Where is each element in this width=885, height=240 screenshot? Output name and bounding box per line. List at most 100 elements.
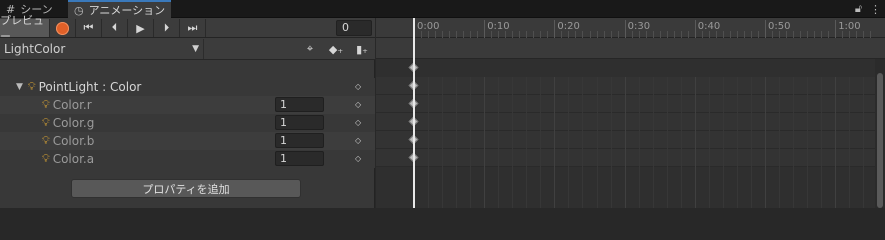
grid-line (540, 77, 542, 208)
clip-bar: LightColor ▼ ⌖ ◆₊ ▮₊ (0, 38, 375, 60)
skip-forward-icon: ⏭ (187, 21, 198, 34)
ruler-minor-tick (491, 31, 493, 38)
ruler-minor-tick (519, 31, 521, 38)
ruler-minor-tick (477, 31, 479, 38)
frame-input[interactable]: 0 (336, 20, 372, 36)
keyframe-diamond-icon[interactable]: ◇ (355, 100, 361, 109)
record-button[interactable] (50, 19, 76, 37)
lock-icon[interactable]: 🔓︎ (855, 2, 862, 16)
next-keyframe-button[interactable]: ⏵ (154, 19, 180, 37)
kebab-icon[interactable]: ⋮ (870, 3, 881, 16)
ruler-minor-tick (828, 31, 830, 38)
ruler-minor-tick (800, 31, 802, 38)
ruler-minor-tick (786, 31, 788, 38)
grid-line (638, 77, 640, 208)
prev-keyframe-button[interactable]: ⏴ (102, 19, 128, 37)
ruler-minor-tick (526, 31, 528, 38)
ruler-minor-tick (807, 31, 809, 38)
property-row[interactable]: 💡︎ Color.g 1 ◇ (0, 114, 375, 132)
event-track[interactable] (376, 38, 885, 59)
property-row[interactable]: 💡︎ Color.r 1 ◇ (0, 96, 375, 114)
ruler-minor-tick (442, 31, 444, 38)
ruler-minor-tick (610, 31, 612, 38)
property-label: Color.b (52, 134, 95, 148)
first-keyframe-button[interactable]: ⏮ (76, 19, 102, 37)
grid-line (750, 77, 752, 208)
ruler-minor-tick (470, 31, 472, 38)
add-keyframe-button[interactable]: ◆₊ (323, 39, 349, 59)
ruler-minor-tick (645, 31, 647, 38)
ruler-minor-tick (463, 31, 465, 38)
filter-by-selection-button[interactable]: ⌖ (297, 39, 323, 59)
keyframe-diamond-icon[interactable]: ◇ (355, 82, 361, 91)
ruler-minor-tick (512, 31, 514, 38)
property-value-input[interactable]: 1 (275, 115, 324, 130)
keyframe-diamond-icon[interactable]: ◇ (355, 154, 361, 163)
playback-toolbar: プレビュー ⏮ ⏴ ▶ ⏵ ⏭ 0 (0, 14, 375, 43)
ruler-minor-tick (603, 31, 605, 38)
ruler-minor-tick (779, 31, 781, 38)
tab-animation[interactable]: ◷ アニメーション (68, 0, 172, 18)
ruler-minor-tick (736, 31, 738, 38)
ruler-minor-tick (863, 31, 865, 38)
property-label: Color.a (52, 152, 95, 166)
property-row[interactable]: 💡︎ Color.a 1 ◇ (0, 150, 375, 168)
grid-line (456, 77, 458, 208)
ruler-minor-tick (589, 31, 591, 38)
ruler-minor-tick (449, 31, 451, 38)
property-row[interactable]: 💡︎ Color.b 1 ◇ (0, 132, 375, 150)
play-icon: ▶ (136, 21, 145, 35)
summary-track[interactable] (376, 59, 885, 77)
ruler-minor-tick (793, 31, 795, 38)
property-value-input[interactable]: 1 (275, 97, 324, 112)
ruler-minor-tick (652, 31, 654, 38)
ruler-minor-tick (575, 31, 577, 38)
clip-dropdown-value: LightColor (4, 42, 66, 56)
keyframe-diamond-icon[interactable]: ◇ (355, 136, 361, 145)
preview-button[interactable]: プレビュー (0, 14, 50, 43)
time-ruler[interactable]: 0:00 0:10 0:20 0:30 0:40 0:50 1:00 (376, 18, 885, 38)
keyframe-diamond-icon[interactable]: ◇ (355, 118, 361, 127)
ruler-minor-tick (722, 31, 724, 38)
grid-line (624, 77, 626, 208)
ruler-minor-tick (708, 31, 710, 38)
grid-line (428, 77, 430, 208)
animation-left-panel: プレビュー ⏮ ⏴ ▶ ⏵ ⏭ 0 LightColor ▼ ⌖ ◆₊ ▮₊ ▼… (0, 14, 375, 208)
property-value-input[interactable]: 1 (275, 151, 324, 166)
ruler-minor-tick (687, 31, 689, 38)
play-button[interactable]: ▶ (128, 19, 154, 37)
skip-back-icon: ⏮ (83, 21, 94, 34)
ruler-minor-tick (428, 31, 430, 38)
playhead[interactable] (413, 18, 415, 208)
light-bulb-icon: 💡︎ (27, 80, 36, 93)
property-value-input[interactable]: 1 (275, 133, 324, 148)
add-property-button[interactable]: プロパティを追加 (71, 179, 301, 198)
grid-line (736, 77, 738, 208)
ruler-minor-tick (673, 31, 675, 38)
ruler-minor-tick (729, 31, 731, 38)
foldout-arrow-icon[interactable]: ▼ (16, 82, 23, 92)
ruler-minor-tick (533, 31, 535, 38)
step-back-icon: ⏴ (111, 21, 118, 34)
grid-line (652, 77, 654, 208)
timeline-panel[interactable]: 0:00 0:10 0:20 0:30 0:40 0:50 1:00 (376, 18, 885, 208)
ruler-minor-tick (631, 31, 633, 38)
grid-line (512, 77, 514, 208)
ruler-minor-tick (540, 31, 542, 38)
ruler-minor-tick (498, 31, 500, 38)
ruler-minor-tick (814, 31, 816, 38)
grid-line (793, 77, 795, 208)
add-event-button[interactable]: ▮₊ (349, 39, 375, 59)
ruler-minor-tick (547, 31, 549, 38)
step-forward-icon: ⏵ (163, 21, 170, 34)
grid-line (498, 77, 500, 208)
clip-dropdown[interactable]: LightColor ▼ (0, 39, 204, 59)
ruler-minor-tick (505, 31, 507, 38)
grid-line (807, 77, 809, 208)
scrollbar-thumb[interactable] (877, 73, 883, 208)
ruler-minor-tick (743, 31, 745, 38)
light-bulb-icon: 💡︎ (42, 116, 50, 129)
last-keyframe-button[interactable]: ⏭ (180, 19, 206, 37)
property-group-row[interactable]: ▼ 💡︎ PointLight : Color ◇ (0, 78, 375, 96)
ruler-minor-tick (701, 31, 703, 38)
